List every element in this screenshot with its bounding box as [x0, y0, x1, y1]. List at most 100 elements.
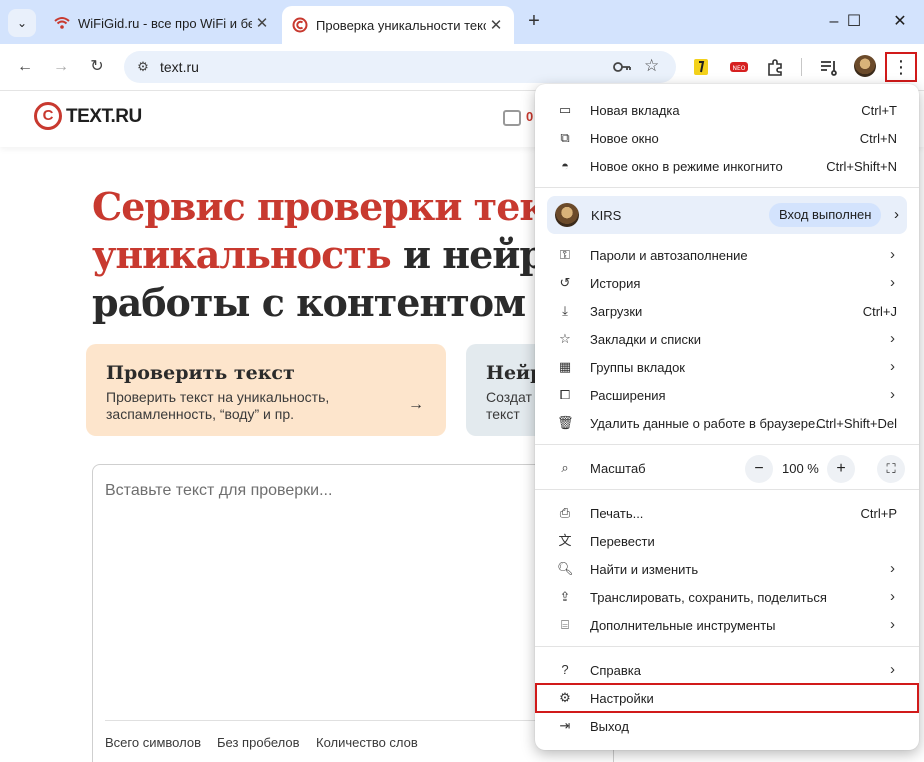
toolbox-icon: ⌸ [561, 617, 569, 632]
zoom-out-button[interactable]: − [745, 455, 773, 483]
tab-close-icon[interactable]: ✕ [252, 14, 272, 32]
site-logo-text[interactable]: TEXT.RU [66, 106, 142, 128]
extension-neo-icon[interactable]: NEO [728, 56, 750, 78]
menu-item-label: История [590, 276, 641, 291]
menu-item-shortcut: Ctrl+J [862, 304, 897, 319]
back-button[interactable]: ← [12, 54, 38, 80]
extensions-puzzle-icon[interactable] [764, 56, 786, 78]
maximize-icon: ☐ [846, 13, 862, 30]
menu-item-label: Найти и изменить [590, 562, 699, 577]
menu-item-print[interactable]: ⎙ Печать... Ctrl+P [535, 499, 919, 527]
tab-textru[interactable]: Проверка уникальности текст ✕ [282, 6, 514, 44]
tab-wifigid[interactable]: WiFiGid.ru - все про WiFi и бес ✕ [44, 6, 280, 40]
tab-search-button[interactable]: ⌄ [8, 9, 36, 37]
zoom-level: 100 % [782, 461, 819, 476]
password-key-icon[interactable] [612, 59, 632, 75]
menu-item-more-tools[interactable]: ⌸ Дополнительные инструменты › [535, 611, 919, 639]
url-text[interactable]: text.ru [160, 59, 199, 75]
chevron-right-icon: › [890, 616, 895, 633]
history-icon: ↺ [559, 275, 571, 290]
reading-list-icon[interactable] [818, 56, 840, 78]
check-text-card[interactable]: Проверить текст Проверить текст на уника… [86, 344, 446, 436]
menu-item-new-window[interactable]: ⧉ Новое окно Ctrl+N [535, 124, 919, 152]
key-icon: ⚿ [560, 247, 570, 262]
card-title: Проверить текст [106, 362, 295, 384]
help-icon: ? [561, 662, 569, 677]
menu-item-tab-groups[interactable]: ▦ Группы вкладок › [535, 353, 919, 381]
menu-item-label: Загрузки [590, 304, 643, 319]
hero-line-1: Сервис проверки текс [92, 184, 569, 229]
menu-item-label: Печать... [590, 506, 644, 521]
reload-icon: ↻ [90, 58, 104, 75]
chevron-right-icon: › [890, 246, 895, 263]
menu-item-label: Справка [590, 663, 641, 678]
toolbar-divider [801, 58, 802, 76]
chrome-menu-button[interactable]: ⋮ [885, 52, 917, 82]
menu-item-bookmarks[interactable]: ☆ Закладки и списки › [535, 325, 919, 353]
close-window-button[interactable]: ✕ [880, 10, 920, 34]
menu-item-passwords[interactable]: ⚿ Пароли и автозаполнение › [535, 241, 919, 269]
hero-line-2: уникальность и нейро [92, 232, 570, 277]
maximize-button[interactable]: ☐ [834, 10, 874, 34]
chevron-right-icon: › [890, 386, 895, 403]
menu-item-label: Транслировать, сохранить, поделиться [590, 590, 827, 605]
menu-profile-row[interactable]: KIRS Вход выполнен › [547, 196, 907, 234]
new-tab-button[interactable]: + [522, 10, 546, 34]
menu-item-shortcut: Ctrl+Shift+N [826, 159, 897, 174]
translate-icon: 文 [558, 533, 572, 548]
extension-yellow-icon[interactable] [690, 56, 712, 78]
menu-item-exit[interactable]: ⇥ Выход [535, 712, 919, 740]
chrome-main-menu: ▭ Новая вкладка Ctrl+T ⧉ Новое окно Ctrl… [535, 84, 919, 750]
menu-separator [535, 489, 919, 490]
stat-total-chars: Всего символов [105, 735, 201, 750]
menu-item-label: Масштаб [590, 461, 646, 476]
stats-divider [105, 720, 585, 721]
exit-icon: ⇥ [559, 718, 571, 733]
arrow-left-icon: ← [17, 58, 33, 75]
menu-item-find[interactable]: 🔍︎ Найти и изменить › [535, 555, 919, 583]
menu-item-label: Дополнительные инструменты [590, 618, 776, 633]
tab-close-icon[interactable]: ✕ [486, 16, 506, 34]
forward-button[interactable]: → [48, 54, 74, 80]
menu-item-new-tab[interactable]: ▭ Новая вкладка Ctrl+T [535, 96, 919, 124]
menu-item-shortcut: Ctrl+N [859, 131, 897, 146]
menu-separator [535, 187, 919, 188]
fullscreen-button[interactable]: ⛶ [877, 455, 905, 483]
download-icon: ⤓ [562, 303, 568, 318]
settings-highlight-box [535, 683, 919, 713]
menu-item-history[interactable]: ↺ История › [535, 269, 919, 297]
site-info-icon[interactable]: ⚙ [134, 58, 152, 76]
more-vertical-icon: ⋮ [892, 57, 910, 77]
menu-item-help[interactable]: ? Справка › [535, 656, 919, 684]
profile-avatar[interactable] [854, 55, 876, 77]
browser-window: ⌄ WiFiGid.ru - все про WiFi и бес ✕ Пров… [0, 0, 924, 762]
tab-groups-icon: ▦ [558, 359, 572, 374]
menu-item-label: Перевести [590, 534, 655, 549]
tab-strip: ⌄ WiFiGid.ru - все про WiFi и бес ✕ Пров… [0, 0, 924, 44]
zoom-in-button[interactable]: + [827, 455, 855, 483]
menu-item-label: Расширения [590, 388, 666, 403]
menu-item-clear-data[interactable]: 🗑 Удалить данные о работе в браузере... … [535, 409, 919, 437]
arrow-right-icon: → [53, 58, 69, 75]
cast-icon: ⇪ [559, 589, 571, 604]
stat-no-spaces: Без пробелов [217, 735, 300, 750]
menu-item-downloads[interactable]: ⤓ Загрузки Ctrl+J [535, 297, 919, 325]
address-bar[interactable]: ⚙ text.ru ☆ [124, 51, 676, 83]
menu-separator [535, 444, 919, 445]
textru-logo-icon[interactable]: C [34, 102, 62, 130]
menu-separator [535, 646, 919, 647]
wallet-icon[interactable] [503, 110, 521, 126]
bookmark-star-icon[interactable]: ☆ [644, 56, 659, 76]
menu-item-translate[interactable]: 文 Перевести [535, 527, 919, 555]
chevron-right-icon: › [890, 661, 895, 678]
signed-in-badge: Вход выполнен [769, 203, 882, 227]
stat-word-count: Количество слов [316, 735, 418, 750]
chevron-right-icon: › [890, 274, 895, 291]
reload-button[interactable]: ↻ [84, 54, 110, 80]
menu-item-cast-save-share[interactable]: ⇪ Транслировать, сохранить, поделиться › [535, 583, 919, 611]
chevron-down-icon: ⌄ [16, 16, 28, 30]
menu-item-label: Пароли и автозаполнение [590, 248, 748, 263]
menu-item-extensions[interactable]: ⧠ Расширения › [535, 381, 919, 409]
menu-item-label: Новое окно в режиме инкогнито [590, 159, 783, 174]
menu-item-incognito[interactable]: ◓ Новое окно в режиме инкогнито Ctrl+Shi… [535, 152, 919, 180]
